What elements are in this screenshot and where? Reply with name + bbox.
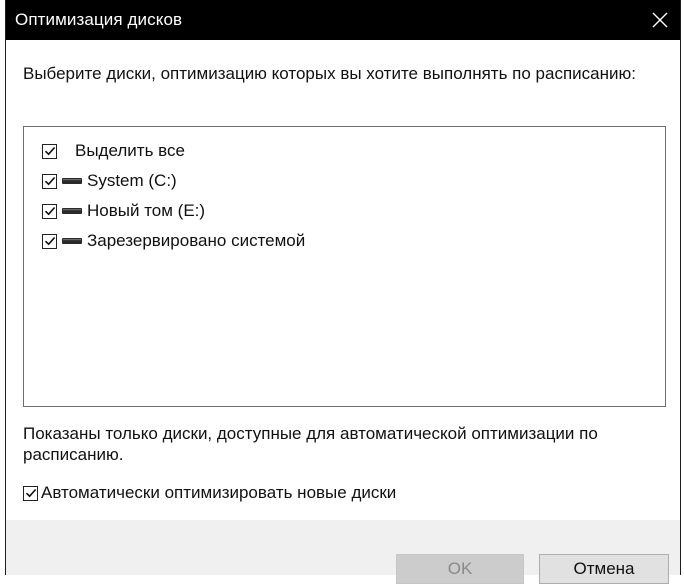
checkmark-icon [25,488,36,498]
drive-c-label: System (C:) [87,171,177,190]
cancel-button[interactable]: Отмена [539,554,669,584]
auto-optimize-checkbox[interactable] [23,485,38,501]
auto-optimize-label: Автоматически оптимизировать новые диски [41,483,397,502]
drive-icon [62,177,82,185]
checkmark-icon [44,176,55,186]
dialog-footer: OK Отмена [6,520,680,584]
info-note: Показаны только диски, доступные для авт… [23,424,598,464]
drive-icon [62,207,82,215]
checkmark-icon [44,146,55,156]
select-all-item[interactable]: Выделить все [42,139,185,163]
auto-optimize-option[interactable]: Автоматически оптимизировать новые диски [23,482,396,504]
window-title: Оптимизация дисков [15,10,183,29]
drive-reserved-checkbox[interactable] [42,233,57,249]
drive-reserved-label: Зарезервировано системой [87,231,306,250]
title-bar[interactable]: Оптимизация дисков [6,0,680,40]
drive-item-c[interactable]: System (C:) [42,169,177,193]
drive-e-checkbox[interactable] [42,203,57,219]
drive-c-checkbox[interactable] [42,173,57,189]
drive-item-e[interactable]: Новый том (E:) [42,199,205,223]
select-all-checkbox[interactable] [42,143,57,159]
close-icon [652,12,668,28]
drive-list[interactable]: Выделить все System (C:) Новый том (E:) [23,126,666,407]
optimize-drives-dialog: Оптимизация дисков Выберите диски, оптим… [5,0,681,584]
drive-icon [62,237,82,245]
checkmark-icon [44,206,55,216]
prompt-text: Выберите диски, оптимизацию которых вы х… [23,64,636,83]
drive-item-reserved[interactable]: Зарезервировано системой [42,229,305,253]
close-button[interactable] [640,0,680,40]
ok-button[interactable]: OK [396,554,524,584]
drive-e-label: Новый том (E:) [87,201,206,220]
checkmark-icon [44,236,55,246]
select-all-label: Выделить все [75,141,185,160]
